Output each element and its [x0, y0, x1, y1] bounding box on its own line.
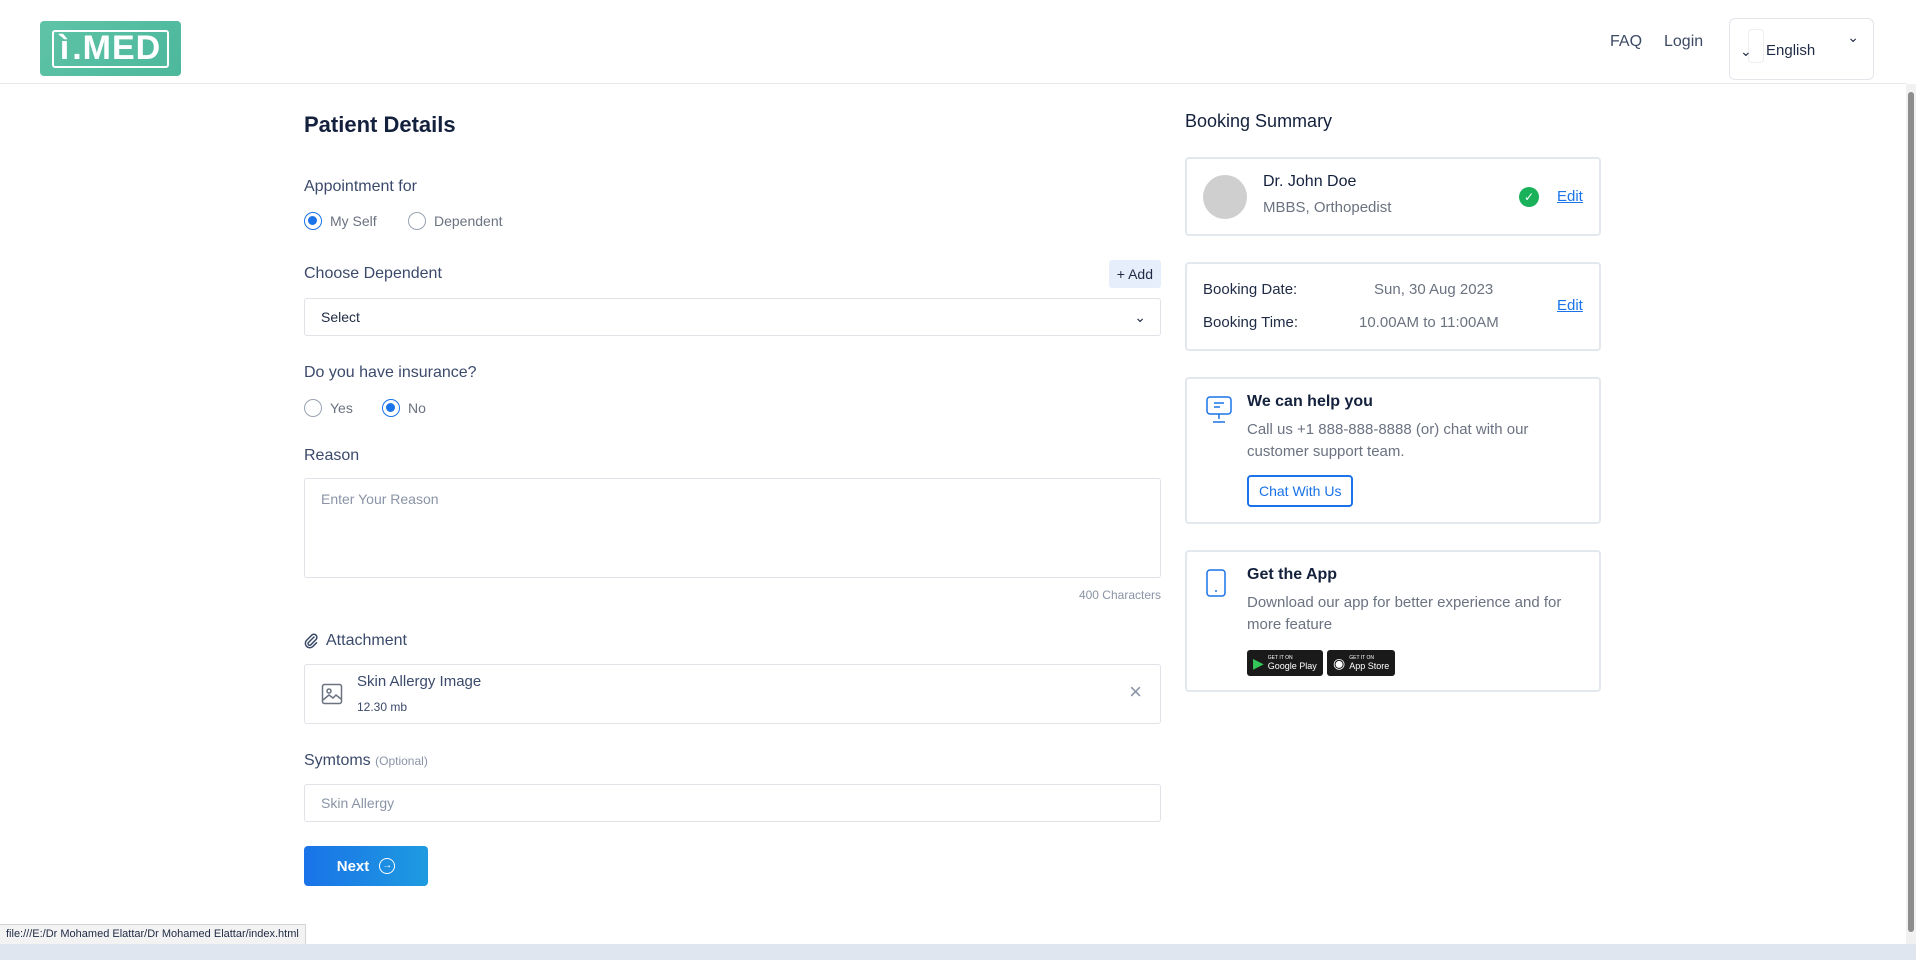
edit-booking-link[interactable]: Edit — [1557, 297, 1583, 314]
close-icon[interactable]: × — [1129, 679, 1142, 705]
app-title: Get the App — [1247, 566, 1338, 583]
top-header: ì .MED FAQ Login ⌄ English ⌄ — [0, 0, 1906, 84]
add-dependent-button[interactable]: + Add — [1108, 260, 1161, 288]
google-play-badge[interactable]: ▶ GET IT ON Google Play — [1247, 650, 1323, 676]
app-store-badge[interactable]: ◉ GET IT ON App Store — [1327, 650, 1396, 676]
next-button-label: Next — [336, 857, 370, 875]
apple-badge-text: GET IT ON App Store — [1349, 655, 1389, 671]
nav-login-link[interactable]: Login — [1664, 33, 1703, 51]
check-icon: ✓ — [1519, 187, 1539, 207]
booking-time-label: Booking Time: — [1203, 314, 1299, 331]
doctor-card: Dr. John Doe MBBS, Orthopedist ✓ Edit — [1185, 157, 1601, 236]
chevron-down-icon: ⌄ — [1740, 43, 1752, 59]
chevron-down-icon: ⌄ — [1134, 309, 1146, 325]
choose-dependent-label: Choose Dependent — [304, 265, 442, 282]
radio-dot — [408, 212, 426, 230]
paperclip-icon — [304, 633, 318, 649]
radio-insurance-yes[interactable]: Yes — [304, 399, 353, 417]
radio-dependent[interactable]: Dependent — [408, 212, 503, 230]
next-button[interactable]: Next → — [304, 846, 428, 886]
help-card: We can help you Call us +1 888-888-8888 … — [1185, 377, 1601, 524]
character-limit: 400 Characters — [1078, 588, 1161, 602]
arrow-right-circle-icon: → — [379, 858, 396, 874]
chat-with-us-button[interactable]: Chat With Us — [1247, 475, 1354, 507]
language-label: English — [1766, 42, 1816, 59]
google-badge-big: Google Play — [1267, 661, 1317, 671]
radio-dot — [382, 399, 400, 417]
play-icon: ▶ — [1253, 654, 1264, 671]
get-app-card: Get the App Download our app for better … — [1185, 550, 1601, 692]
radio-label: Yes — [330, 400, 353, 416]
logo[interactable]: ì .MED — [40, 21, 181, 76]
radio-label: No — [408, 400, 426, 416]
link-status-bar: file:///E:/Dr Mohamed Elattar/Dr Mohamed… — [0, 924, 306, 944]
attachment-label: Attachment — [304, 632, 407, 650]
logo-person-icon: ì — [59, 29, 71, 67]
nav-faq-link[interactable]: FAQ — [1610, 33, 1642, 51]
booking-date-label: Booking Date: — [1203, 281, 1298, 298]
doctor-specialty: MBBS, Orthopedist — [1263, 199, 1392, 216]
summary-title: Booking Summary — [1185, 111, 1333, 131]
avatar — [1203, 175, 1247, 219]
radio-my-self[interactable]: My Self — [304, 212, 377, 230]
chevron-down-icon: ⌄ — [1847, 29, 1859, 45]
doctor-name: Dr. John Doe — [1263, 173, 1357, 190]
app-text: Download our app for better experience a… — [1247, 594, 1562, 633]
image-icon — [321, 683, 343, 710]
optional-hint: (Optional) — [375, 754, 428, 768]
symptoms-label: Symtoms (Optional) — [304, 752, 428, 770]
mobile-phone-icon — [1205, 568, 1227, 603]
reason-label: Reason — [304, 447, 360, 464]
booking-time-card: Booking Date: Sun, 30 Aug 2023 Booking T… — [1185, 262, 1601, 351]
radio-label: My Self — [330, 213, 377, 229]
logo-text: .MED — [72, 29, 162, 67]
attachment-label-text: Attachment — [326, 632, 407, 649]
logo-frame: ì .MED — [51, 29, 170, 68]
language-select[interactable]: ⌄ English ⌄ — [1729, 18, 1874, 80]
attachment-file-name: Skin Allergy Image — [357, 673, 482, 690]
attachment-file-size: 12.30 mb — [357, 700, 408, 714]
booking-date-value: Sun, 30 Aug 2023 — [1374, 281, 1494, 298]
symptoms-label-text: Symtoms — [304, 752, 371, 769]
help-text: Call us +1 888-888-8888 (or) chat with o… — [1247, 421, 1529, 460]
os-taskbar — [0, 944, 1916, 960]
symptoms-input[interactable]: Skin Allergy — [304, 784, 1161, 822]
appointment-for-label: Appointment for — [304, 178, 417, 195]
attachment-file: Skin Allergy Image 12.30 mb × — [304, 664, 1161, 724]
booking-time-value: 10.00AM to 11:00AM — [1359, 314, 1499, 331]
help-title: We can help you — [1247, 393, 1373, 410]
scrollbar-thumb[interactable] — [1908, 92, 1914, 932]
radio-label: Dependent — [434, 213, 503, 229]
select-value: Select — [321, 309, 360, 325]
apple-badge-big: App Store — [1349, 661, 1390, 671]
radio-insurance-no[interactable]: No — [382, 399, 426, 417]
dependent-select[interactable]: Select ⌄ — [304, 298, 1161, 336]
apple-icon: ◉ — [1333, 654, 1346, 671]
insurance-label: Do you have insurance? — [304, 364, 477, 381]
reason-textarea[interactable]: Enter Your Reason — [304, 478, 1161, 578]
google-badge-text: GET IT ON Google Play — [1268, 655, 1317, 671]
page-title: Patient Details — [304, 112, 456, 137]
chat-support-icon — [1205, 395, 1233, 430]
radio-dot — [304, 212, 322, 230]
page-scrollbar[interactable] — [1906, 84, 1916, 944]
edit-doctor-link[interactable]: Edit — [1557, 188, 1583, 205]
radio-dot — [304, 399, 322, 417]
